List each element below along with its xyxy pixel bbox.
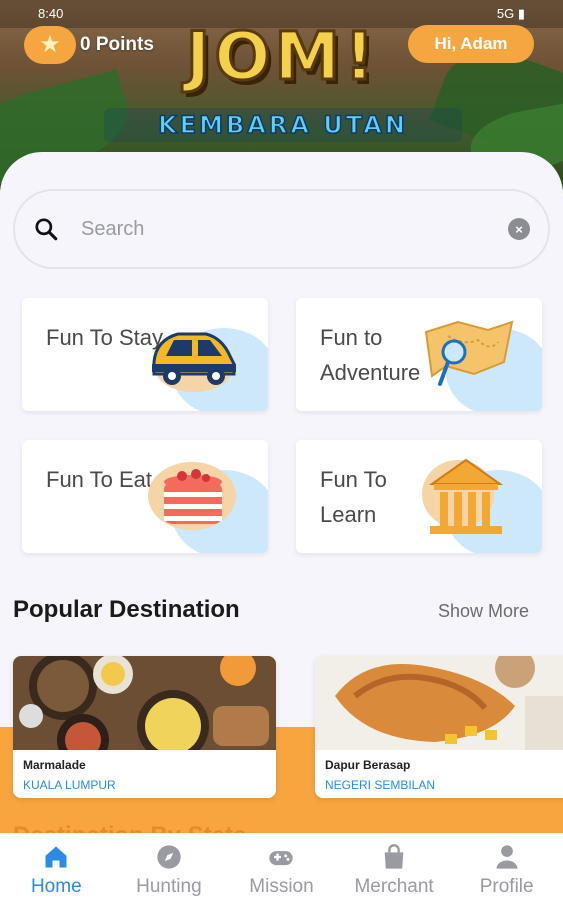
nav-label: Merchant (354, 876, 434, 897)
points-label: 0 Points (80, 34, 154, 55)
nav-label: Mission (249, 876, 314, 897)
destination-card[interactable]: Marmalade KUALA LUMPUR (13, 656, 276, 798)
show-more-link[interactable]: Show More (438, 601, 529, 622)
person-icon (496, 845, 518, 869)
nav-home[interactable]: Home (0, 833, 113, 900)
app-logo: JOM! (184, 17, 379, 97)
car-icon (152, 332, 236, 392)
status-time: 8:40 (38, 6, 64, 21)
museum-icon (422, 458, 504, 534)
map-icon (424, 320, 514, 386)
search-input[interactable] (81, 217, 508, 241)
app-logo-subtitle: KEMBARA UTAN (104, 108, 462, 142)
category-fun-to-stay[interactable]: Fun To Stay (22, 298, 268, 411)
destination-name: Dapur Berasap (325, 758, 411, 772)
nav-mission[interactable]: Mission (225, 833, 338, 900)
category-fun-to-adventure[interactable]: Fun to Adventure (296, 298, 542, 411)
greeting-button[interactable]: Hi, Adam (408, 25, 534, 63)
destination-location: NEGERI SEMBILAN (325, 778, 436, 792)
nav-merchant[interactable]: Merchant (338, 833, 451, 900)
search-icon (35, 218, 58, 241)
status-icons: 5G ▮ (496, 6, 525, 21)
star-icon: ★ (24, 26, 76, 64)
clear-icon[interactable]: × (508, 218, 530, 240)
bag-icon (384, 844, 404, 869)
section-title-popular: Popular Destination (13, 596, 240, 623)
compass-icon (157, 845, 181, 869)
destination-name: Marmalade (23, 758, 86, 772)
nav-profile[interactable]: Profile (450, 833, 563, 900)
search-bar[interactable]: × (13, 189, 550, 269)
cake-icon (148, 462, 236, 530)
destination-location: KUALA LUMPUR (23, 778, 116, 792)
home-icon (45, 846, 67, 868)
category-fun-to-learn[interactable]: Fun To Learn (296, 440, 542, 553)
destination-card[interactable]: Dapur Berasap NEGERI SEMBILAN (315, 656, 563, 798)
nav-label: Hunting (136, 876, 202, 897)
nav-label: Profile (479, 876, 534, 897)
points-badge[interactable]: ★ 0 Points (24, 26, 154, 64)
destination-photo (315, 656, 563, 750)
nav-hunting[interactable]: Hunting (113, 833, 226, 900)
nav-label: Home (30, 876, 82, 897)
destination-photo (13, 656, 276, 750)
bottom-nav: Home Hunting Mission Merchant Profile (0, 833, 563, 900)
category-fun-to-eat[interactable]: Fun To Eat (22, 440, 268, 553)
gamepad-icon (269, 851, 294, 866)
